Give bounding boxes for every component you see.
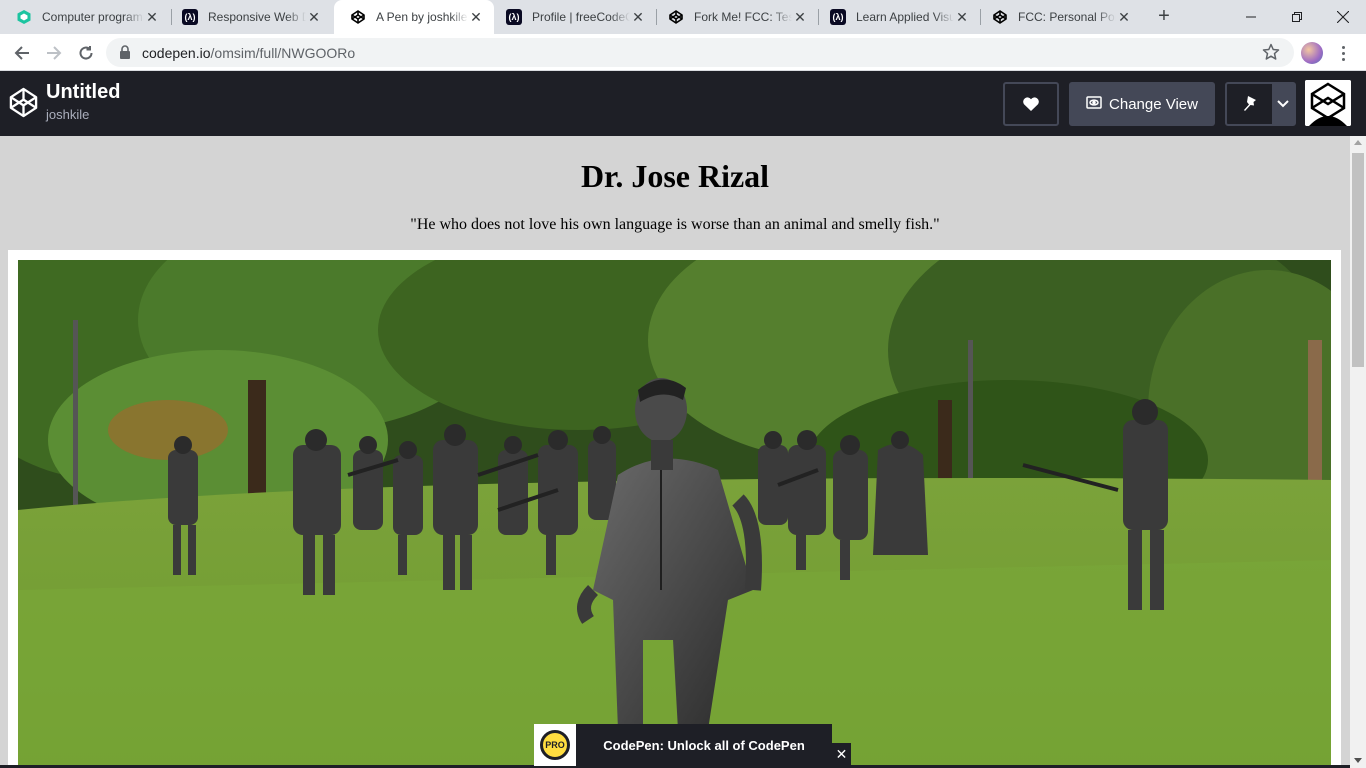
url-text: codepen.io/omsim/full/NWGOORo — [142, 45, 355, 61]
change-view-label: Change View — [1109, 95, 1198, 113]
scroll-down-arrow-icon[interactable] — [1354, 758, 1362, 763]
bookmark-star-icon[interactable] — [1262, 43, 1280, 66]
browser-tab-fcc-personal-portfolio[interactable]: FCC: Personal Portfolio ✕ — [976, 0, 1142, 34]
pro-badge: PRO — [540, 730, 570, 760]
browser-tab-computer-programming[interactable]: Computer programming ✕ — [0, 0, 170, 34]
love-button[interactable] — [1003, 82, 1059, 126]
browser-tab-learn-applied-visual[interactable]: (λ) Learn Applied Visual ✕ — [814, 0, 980, 34]
browser-tab-strip: Computer programming ✕ (λ) Responsive We… — [0, 0, 1366, 34]
tab-title: Fork Me! FCC: Test — [694, 10, 792, 24]
profile-avatar[interactable] — [1301, 42, 1323, 64]
codepen-icon — [668, 9, 684, 25]
tab-title: Responsive Web Design — [208, 10, 306, 24]
close-tab-icon[interactable]: ✕ — [792, 9, 808, 25]
address-bar[interactable]: codepen.io/omsim/full/NWGOORo — [106, 38, 1294, 67]
image-frame — [8, 250, 1341, 768]
close-tab-icon[interactable]: ✕ — [468, 9, 484, 25]
close-window-icon[interactable] — [1320, 0, 1366, 34]
codepen-header: Untitled joshkile Change View — [0, 71, 1366, 136]
close-tab-icon[interactable]: ✕ — [1116, 9, 1132, 25]
restore-window-icon[interactable] — [1274, 0, 1320, 34]
browser-menu-icon[interactable] — [1336, 41, 1350, 65]
scrollbar-thumb[interactable] — [1352, 153, 1364, 367]
close-icon[interactable]: ✕ — [832, 743, 851, 766]
vertical-scrollbar[interactable] — [1350, 136, 1366, 768]
tab-title: Learn Applied Visual — [856, 10, 954, 24]
rizal-monument-photo — [18, 260, 1331, 768]
page-quote: "He who does not love his own language i… — [410, 216, 940, 233]
page-title: Dr. Jose Rizal — [580, 158, 770, 194]
close-tab-icon[interactable]: ✕ — [630, 9, 646, 25]
close-tab-icon[interactable]: ✕ — [144, 9, 160, 25]
page-viewport: Dr. Jose Rizal "He who does not love his… — [0, 136, 1350, 768]
change-view-button[interactable]: Change View — [1069, 82, 1215, 126]
user-avatar[interactable] — [1305, 80, 1351, 126]
scroll-up-arrow-icon[interactable] — [1354, 140, 1362, 145]
close-tab-icon[interactable]: ✕ — [954, 9, 970, 25]
chevron-down-icon[interactable] — [1272, 84, 1294, 124]
pin-button[interactable] — [1225, 82, 1296, 126]
tab-title: Computer programming — [42, 10, 144, 24]
pro-badge-box: PRO — [534, 724, 576, 766]
freecodecamp-icon: (λ) — [182, 9, 198, 25]
freecodecamp-icon: (λ) — [830, 9, 846, 25]
pen-title: Untitled — [46, 81, 121, 103]
lock-icon — [120, 45, 130, 64]
codepen-icon — [350, 9, 366, 25]
browser-tab-profile-freecodecamp[interactable]: (λ) Profile | freeCodeCamp ✕ — [490, 0, 656, 34]
browser-tab-responsive-web-design[interactable]: (λ) Responsive Web Design ✕ — [166, 0, 332, 34]
new-tab-plus-icon[interactable]: + — [1152, 5, 1176, 29]
tab-title: A Pen by joshkile — [376, 10, 468, 24]
pen-author[interactable]: joshkile — [46, 107, 89, 122]
pro-promo-text[interactable]: CodePen: Unlock all of CodePen — [576, 738, 832, 753]
pin-icon[interactable] — [1227, 84, 1272, 124]
codeacademy-icon — [16, 9, 32, 25]
browser-toolbar: codepen.io/omsim/full/NWGOORo — [0, 34, 1366, 71]
back-arrow-icon[interactable] — [8, 39, 36, 67]
codepen-logo-icon[interactable] — [8, 87, 39, 123]
url-path: /omsim/full/NWGOORo — [210, 45, 356, 61]
minimize-window-icon[interactable] — [1228, 0, 1274, 34]
pro-promo-banner[interactable]: PRO CodePen: Unlock all of CodePen — [534, 724, 832, 766]
browser-tab-a-pen-by-joshkile[interactable]: A Pen by joshkile ✕ — [334, 0, 494, 34]
tab-title: FCC: Personal Portfolio — [1018, 10, 1116, 24]
codepen-icon — [992, 9, 1008, 25]
reload-icon[interactable] — [72, 39, 100, 67]
freecodecamp-icon: (λ) — [506, 9, 522, 25]
url-host: codepen.io — [142, 45, 211, 61]
close-tab-icon[interactable]: ✕ — [306, 9, 322, 25]
tab-title: Profile | freeCodeCamp — [532, 10, 630, 24]
browser-tab-fork-me-fcc-test[interactable]: Fork Me! FCC: Test ✕ — [652, 0, 818, 34]
view-icon — [1086, 95, 1102, 113]
heart-icon — [1023, 97, 1039, 111]
forward-arrow-icon[interactable] — [40, 39, 68, 67]
